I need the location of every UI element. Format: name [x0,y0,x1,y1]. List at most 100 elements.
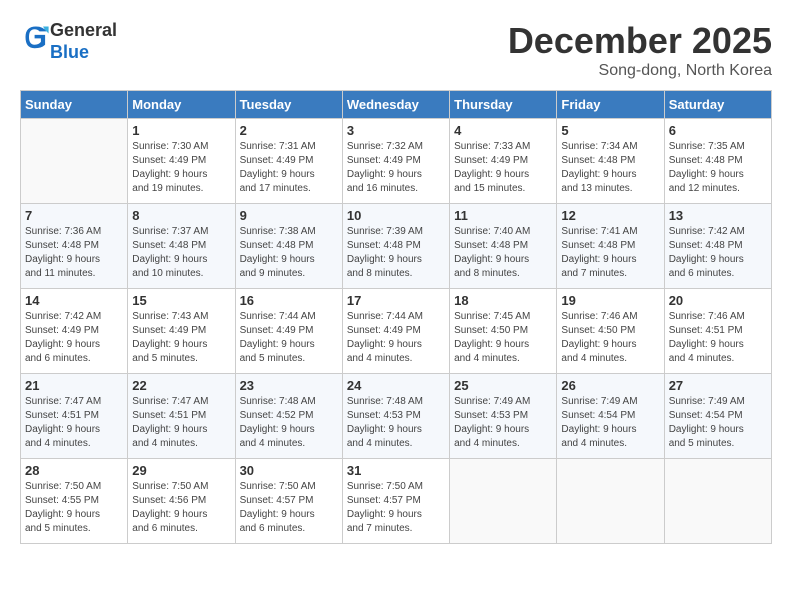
day-number: 6 [669,123,767,138]
day-info: Sunrise: 7:47 AM Sunset: 4:51 PM Dayligh… [25,395,123,451]
day-header-saturday: Saturday [664,91,771,119]
calendar-cell: 14 Sunrise: 7:42 AM Sunset: 4:49 PM Dayli… [21,289,128,374]
calendar-cell: 23 Sunrise: 7:48 AM Sunset: 4:52 PM Dayli… [235,374,342,459]
calendar-cell: 3 Sunrise: 7:32 AM Sunset: 4:49 PM Daylig… [342,119,449,204]
week-row-5: 28 Sunrise: 7:50 AM Sunset: 4:55 PM Dayli… [21,459,772,544]
month-title: December 2025 [508,20,772,62]
day-info: Sunrise: 7:36 AM Sunset: 4:48 PM Dayligh… [25,225,123,281]
calendar-cell: 16 Sunrise: 7:44 AM Sunset: 4:49 PM Dayli… [235,289,342,374]
day-number: 19 [561,293,659,308]
day-info: Sunrise: 7:50 AM Sunset: 4:55 PM Dayligh… [25,480,123,536]
calendar-cell: 21 Sunrise: 7:47 AM Sunset: 4:51 PM Dayli… [21,374,128,459]
calendar-cell: 29 Sunrise: 7:50 AM Sunset: 4:56 PM Dayli… [128,459,235,544]
day-number: 3 [347,123,445,138]
day-info: Sunrise: 7:48 AM Sunset: 4:53 PM Dayligh… [347,395,445,451]
day-number: 15 [132,293,230,308]
day-info: Sunrise: 7:39 AM Sunset: 4:48 PM Dayligh… [347,225,445,281]
calendar-cell [450,459,557,544]
day-number: 24 [347,378,445,393]
calendar-cell: 7Sunrise: 7:36 AM Sunset: 4:48 PM Daylig… [21,204,128,289]
calendar-cell: 9 Sunrise: 7:38 AM Sunset: 4:48 PM Daylig… [235,204,342,289]
calendar-cell: 5 Sunrise: 7:34 AM Sunset: 4:48 PM Daylig… [557,119,664,204]
day-info: Sunrise: 7:49 AM Sunset: 4:53 PM Dayligh… [454,395,552,451]
day-info: Sunrise: 7:42 AM Sunset: 4:48 PM Dayligh… [669,225,767,281]
calendar-header-row: SundayMondayTuesdayWednesdayThursdayFrid… [21,91,772,119]
day-info: Sunrise: 7:31 AM Sunset: 4:49 PM Dayligh… [240,140,338,196]
day-info: Sunrise: 7:43 AM Sunset: 4:49 PM Dayligh… [132,310,230,366]
day-info: Sunrise: 7:32 AM Sunset: 4:49 PM Dayligh… [347,140,445,196]
calendar-cell: 24 Sunrise: 7:48 AM Sunset: 4:53 PM Dayli… [342,374,449,459]
day-number: 28 [25,463,123,478]
day-info: Sunrise: 7:50 AM Sunset: 4:57 PM Dayligh… [347,480,445,536]
calendar-cell [557,459,664,544]
day-number: 29 [132,463,230,478]
day-info: Sunrise: 7:42 AM Sunset: 4:49 PM Dayligh… [25,310,123,366]
calendar-cell: 22 Sunrise: 7:47 AM Sunset: 4:51 PM Dayli… [128,374,235,459]
day-info: Sunrise: 7:38 AM Sunset: 4:48 PM Dayligh… [240,225,338,281]
day-info: Sunrise: 7:50 AM Sunset: 4:56 PM Dayligh… [132,480,230,536]
day-info: Sunrise: 7:40 AM Sunset: 4:48 PM Dayligh… [454,225,552,281]
day-info: Sunrise: 7:46 AM Sunset: 4:50 PM Dayligh… [561,310,659,366]
week-row-2: 7Sunrise: 7:36 AM Sunset: 4:48 PM Daylig… [21,204,772,289]
logo-text: General Blue [50,20,117,63]
calendar-cell: 28 Sunrise: 7:50 AM Sunset: 4:55 PM Dayli… [21,459,128,544]
calendar-cell: 30 Sunrise: 7:50 AM Sunset: 4:57 PM Dayli… [235,459,342,544]
day-info: Sunrise: 7:45 AM Sunset: 4:50 PM Dayligh… [454,310,552,366]
day-header-wednesday: Wednesday [342,91,449,119]
day-info: Sunrise: 7:50 AM Sunset: 4:57 PM Dayligh… [240,480,338,536]
calendar-cell: 11 Sunrise: 7:40 AM Sunset: 4:48 PM Dayli… [450,204,557,289]
calendar-cell: 27Sunrise: 7:49 AM Sunset: 4:54 PM Dayli… [664,374,771,459]
calendar-cell: 25 Sunrise: 7:49 AM Sunset: 4:53 PM Dayli… [450,374,557,459]
calendar-table: SundayMondayTuesdayWednesdayThursdayFrid… [20,90,772,544]
day-number: 31 [347,463,445,478]
logo-icon [22,23,50,51]
day-number: 10 [347,208,445,223]
day-info: Sunrise: 7:49 AM Sunset: 4:54 PM Dayligh… [561,395,659,451]
day-info: Sunrise: 7:37 AM Sunset: 4:48 PM Dayligh… [132,225,230,281]
calendar-cell: 15 Sunrise: 7:43 AM Sunset: 4:49 PM Dayli… [128,289,235,374]
day-header-monday: Monday [128,91,235,119]
title-block: December 2025 Song-dong, North Korea [508,20,772,80]
day-info: Sunrise: 7:46 AM Sunset: 4:51 PM Dayligh… [669,310,767,366]
calendar-cell: 6 Sunrise: 7:35 AM Sunset: 4:48 PM Daylig… [664,119,771,204]
page-header: General Blue December 2025 Song-dong, No… [20,20,772,80]
day-number: 11 [454,208,552,223]
day-number: 8 [132,208,230,223]
day-number: 18 [454,293,552,308]
day-number: 13 [669,208,767,223]
day-number: 25 [454,378,552,393]
calendar-cell [664,459,771,544]
day-number: 16 [240,293,338,308]
day-number: 17 [347,293,445,308]
day-info: Sunrise: 7:47 AM Sunset: 4:51 PM Dayligh… [132,395,230,451]
day-number: 5 [561,123,659,138]
day-number: 22 [132,378,230,393]
day-number: 14 [25,293,123,308]
calendar-cell: 19 Sunrise: 7:46 AM Sunset: 4:50 PM Dayli… [557,289,664,374]
calendar-cell: 17 Sunrise: 7:44 AM Sunset: 4:49 PM Dayli… [342,289,449,374]
day-info: Sunrise: 7:44 AM Sunset: 4:49 PM Dayligh… [240,310,338,366]
day-info: Sunrise: 7:44 AM Sunset: 4:49 PM Dayligh… [347,310,445,366]
calendar-cell: 10 Sunrise: 7:39 AM Sunset: 4:48 PM Dayli… [342,204,449,289]
day-number: 21 [25,378,123,393]
day-header-sunday: Sunday [21,91,128,119]
day-info: Sunrise: 7:30 AM Sunset: 4:49 PM Dayligh… [132,140,230,196]
day-number: 30 [240,463,338,478]
calendar-cell: 8 Sunrise: 7:37 AM Sunset: 4:48 PM Daylig… [128,204,235,289]
day-info: Sunrise: 7:48 AM Sunset: 4:52 PM Dayligh… [240,395,338,451]
day-info: Sunrise: 7:41 AM Sunset: 4:48 PM Dayligh… [561,225,659,281]
day-number: 9 [240,208,338,223]
day-info: Sunrise: 7:35 AM Sunset: 4:48 PM Dayligh… [669,140,767,196]
day-number: 4 [454,123,552,138]
logo: General Blue [20,20,117,63]
day-info: Sunrise: 7:34 AM Sunset: 4:48 PM Dayligh… [561,140,659,196]
day-number: 20 [669,293,767,308]
day-number: 1 [132,123,230,138]
day-number: 26 [561,378,659,393]
day-header-friday: Friday [557,91,664,119]
day-number: 23 [240,378,338,393]
day-number: 27 [669,378,767,393]
calendar-cell: 4Sunrise: 7:33 AM Sunset: 4:49 PM Daylig… [450,119,557,204]
day-header-thursday: Thursday [450,91,557,119]
week-row-1: 1 Sunrise: 7:30 AM Sunset: 4:49 PM Daylig… [21,119,772,204]
